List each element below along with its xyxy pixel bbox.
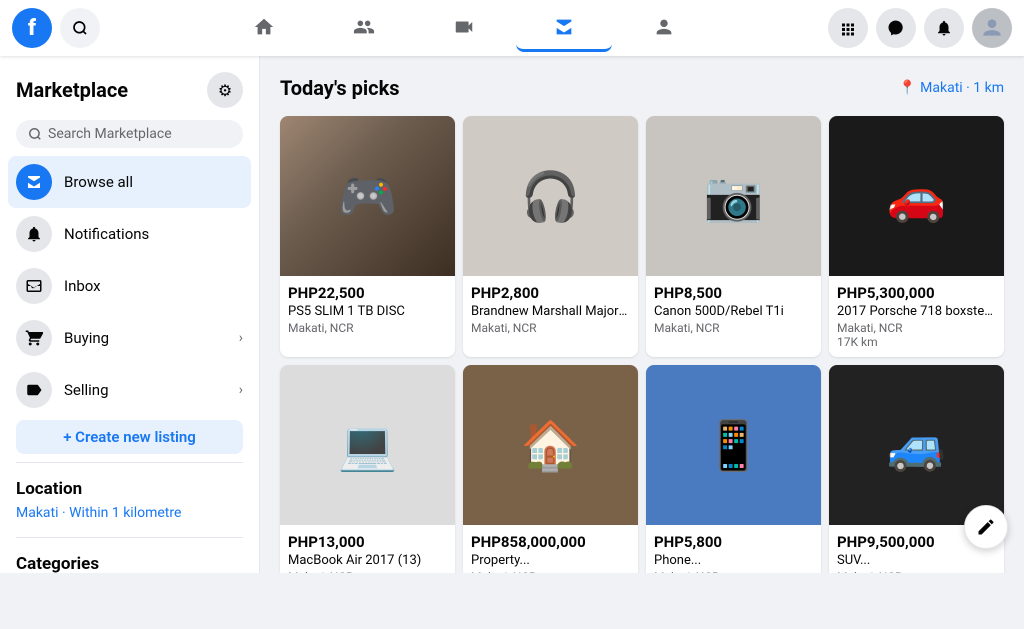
location-badge[interactable]: 📍 Makati · 1 km xyxy=(899,80,1004,96)
sidebar-item-notifications[interactable]: Notifications xyxy=(8,208,251,260)
card-macbook-price: PHP13,000 xyxy=(288,533,447,551)
sidebar-item-label-browse-all: Browse all xyxy=(64,173,243,191)
main-content: Today's picks 📍 Makati · 1 km 🎮 PHP22,50… xyxy=(260,56,1024,573)
sidebar-title: Marketplace xyxy=(16,78,128,102)
search-placeholder: Search Marketplace xyxy=(48,126,172,142)
location-section-title: Location xyxy=(8,471,251,503)
sidebar-item-label-inbox: Inbox xyxy=(64,277,243,295)
card-phone[interactable]: 📱 PHP5,800 Phone... Makati, NCR xyxy=(646,365,821,573)
card-canon[interactable]: 📷 PHP8,500 Canon 500D/Rebel T1i Makati, … xyxy=(646,116,821,357)
card-porsche-title: 2017 Porsche 718 boxster upgraded xyxy=(837,304,996,319)
sidebar-item-label-selling: Selling xyxy=(64,381,227,399)
location-value[interactable]: Makati · Within 1 kilometre xyxy=(8,503,251,529)
card-ps5-title: PS5 SLIM 1 TB DISC xyxy=(288,304,447,319)
sidebar-item-inbox[interactable]: Inbox xyxy=(8,260,251,312)
card-phone-price: PHP5,800 xyxy=(654,533,813,551)
nav-center xyxy=(100,4,828,52)
browse-all-icon xyxy=(16,164,52,200)
card-porsche-info: PHP5,300,000 2017 Porsche 718 boxster up… xyxy=(829,276,1004,357)
card-ps5-price: PHP22,500 xyxy=(288,284,447,302)
card-macbook[interactable]: 💻 PHP13,000 MacBook Air 2017 (13) Makati… xyxy=(280,365,455,573)
create-listing-button[interactable]: + Create new listing xyxy=(16,420,243,454)
location-pin-icon: 📍 xyxy=(899,80,916,96)
picks-header: Today's picks 📍 Makati · 1 km xyxy=(280,76,1004,100)
card-canon-price: PHP8,500 xyxy=(654,284,813,302)
apps-button[interactable] xyxy=(828,8,868,48)
divider-2 xyxy=(16,537,243,538)
sidebar-item-buying[interactable]: Buying › xyxy=(8,312,251,364)
divider-1 xyxy=(16,462,243,463)
card-marshall[interactable]: 🎧 PHP2,800 Brandnew Marshall Major IV Wi… xyxy=(463,116,638,357)
categories-section-title: Categories xyxy=(8,546,251,573)
card-macbook-info: PHP13,000 MacBook Air 2017 (13) Makati, … xyxy=(280,525,455,573)
card-ps5-info: PHP22,500 PS5 SLIM 1 TB DISC Makati, NCR xyxy=(280,276,455,343)
buying-chevron-icon: › xyxy=(239,330,243,346)
card-porsche-km: 17K km xyxy=(837,335,996,349)
card-property[interactable]: 🏠 PHP858,000,000 Property... Makati, NCR xyxy=(463,365,638,573)
sidebar-header: Marketplace ⚙ xyxy=(8,68,251,116)
card-property-info: PHP858,000,000 Property... Makati, NCR xyxy=(463,525,638,573)
selling-icon xyxy=(16,372,52,408)
profile-avatar[interactable] xyxy=(972,8,1012,48)
picks-title: Today's picks xyxy=(280,76,400,100)
top-navigation: f xyxy=(0,0,1024,56)
buying-icon xyxy=(16,320,52,356)
card-canon-info: PHP8,500 Canon 500D/Rebel T1i Makati, NC… xyxy=(646,276,821,343)
card-ps5[interactable]: 🎮 PHP22,500 PS5 SLIM 1 TB DISC Makati, N… xyxy=(280,116,455,357)
search-button[interactable] xyxy=(60,8,100,48)
card-phone-info: PHP5,800 Phone... Makati, NCR xyxy=(646,525,821,573)
card-porsche[interactable]: 🚗 PHP5,300,000 2017 Porsche 718 boxster … xyxy=(829,116,1004,357)
sidebar-item-label-buying: Buying xyxy=(64,329,227,347)
sidebar: Marketplace ⚙ Search Marketplace Browse … xyxy=(0,56,260,573)
create-listing-label: + Create new listing xyxy=(63,428,196,446)
card-porsche-location: Makati, NCR xyxy=(837,321,996,335)
card-property-price: PHP858,000,000 xyxy=(471,533,630,551)
card-property-title: Property... xyxy=(471,553,630,568)
sidebar-item-browse-all[interactable]: Browse all xyxy=(8,156,251,208)
sidebar-item-label-notifications: Notifications xyxy=(64,225,243,243)
card-marshall-info: PHP2,800 Brandnew Marshall Major IV Wire… xyxy=(463,276,638,343)
card-porsche-price: PHP5,300,000 xyxy=(837,284,996,302)
nav-right xyxy=(828,8,1012,48)
cards-grid-row-1: 🎮 PHP22,500 PS5 SLIM 1 TB DISC Makati, N… xyxy=(280,116,1004,357)
card-ps5-location: Makati, NCR xyxy=(288,321,447,335)
nav-profile[interactable] xyxy=(616,4,712,52)
card-canon-location: Makati, NCR xyxy=(654,321,813,335)
gear-button[interactable]: ⚙ xyxy=(207,72,243,108)
nav-video[interactable] xyxy=(416,4,512,52)
card-marshall-title: Brandnew Marshall Major IV Wireless Blue… xyxy=(471,304,630,319)
nav-marketplace[interactable] xyxy=(516,4,612,52)
location-badge-text: Makati · 1 km xyxy=(920,80,1004,96)
nav-left: f xyxy=(12,8,100,48)
facebook-logo[interactable]: f xyxy=(12,8,52,48)
float-edit-button[interactable] xyxy=(964,505,1008,549)
card-marshall-price: PHP2,800 xyxy=(471,284,630,302)
notifications-icon xyxy=(16,216,52,252)
card-marshall-location: Makati, NCR xyxy=(471,321,630,335)
nav-home[interactable] xyxy=(216,4,312,52)
selling-chevron-icon: › xyxy=(239,382,243,398)
inbox-icon xyxy=(16,268,52,304)
nav-friends[interactable] xyxy=(316,4,412,52)
messenger-button[interactable] xyxy=(876,8,916,48)
card-macbook-title: MacBook Air 2017 (13) xyxy=(288,553,447,568)
card-canon-title: Canon 500D/Rebel T1i xyxy=(654,304,813,319)
sidebar-item-selling[interactable]: Selling › xyxy=(8,364,251,416)
card-phone-title: Phone... xyxy=(654,553,813,568)
cards-grid-row-2: 💻 PHP13,000 MacBook Air 2017 (13) Makati… xyxy=(280,365,1004,573)
card-suv-title: SUV... xyxy=(837,553,996,568)
search-marketplace-input[interactable]: Search Marketplace xyxy=(16,120,243,148)
notifications-button[interactable] xyxy=(924,8,964,48)
